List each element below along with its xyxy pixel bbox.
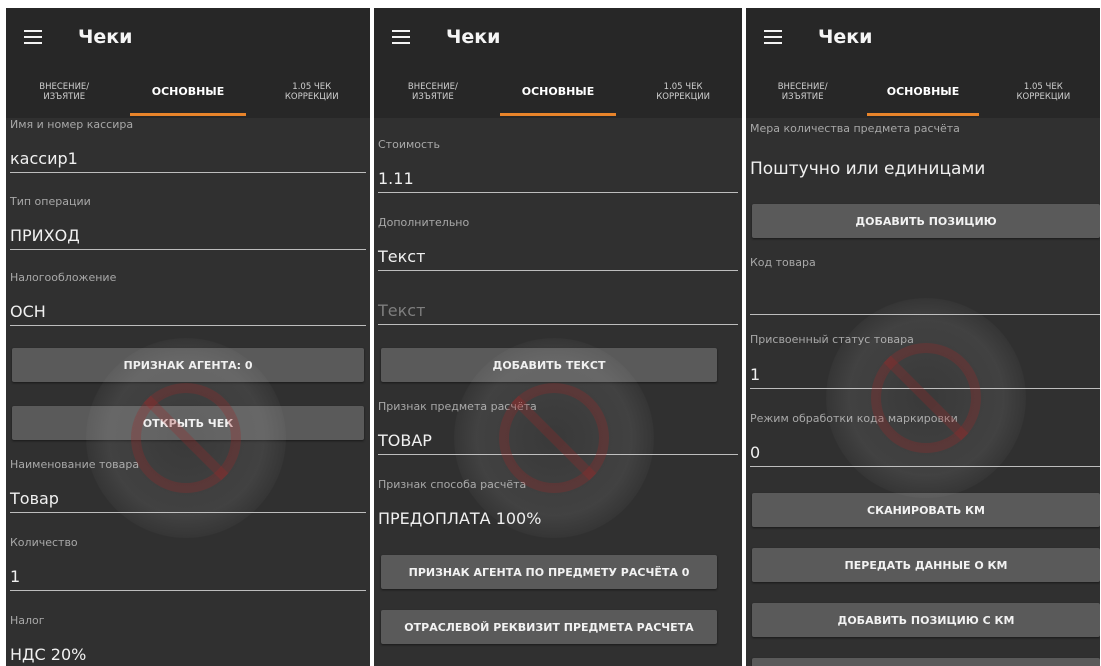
marking-mode-label: Режим обработки кода маркировки: [750, 412, 958, 425]
menu-icon[interactable]: [392, 30, 410, 44]
operation-type-label: Тип операции: [10, 195, 91, 208]
quantity-label: Количество: [10, 536, 78, 549]
form-content: Мера количества предмета расчёта Поштучн…: [746, 118, 1100, 666]
app-title: Чеки: [446, 26, 501, 48]
add-position-button[interactable]: ДОБАВИТЬ ПОЗИЦИЮ: [752, 204, 1100, 238]
vat-select[interactable]: НДС 20%: [10, 642, 366, 666]
tab-correction-check[interactable]: 1.05 ЧЕК КОРРЕКЦИИ: [624, 66, 742, 118]
screen-main-part-1: Чеки ВНЕСЕНИЕ/ ИЗЪЯТИЕ ОСНОВНЫЕ 1.05 ЧЕК…: [6, 8, 370, 666]
tab-main[interactable]: ОСНОВНЫЕ: [859, 66, 986, 118]
app-title: Чеки: [818, 26, 873, 48]
tab-main[interactable]: ОСНОВНЫЕ: [122, 66, 253, 118]
tax-system-select[interactable]: ОСН: [10, 299, 366, 326]
subject-label: Признак предмета расчёта: [378, 400, 537, 413]
send-km-data-button[interactable]: ПЕРЕДАТЬ ДАННЫЕ О КМ: [752, 548, 1100, 582]
cashier-label: Имя и номер кассира: [10, 118, 134, 131]
extra-input[interactable]: Текст: [378, 244, 738, 271]
product-code-label: Код товара: [750, 256, 816, 269]
app-title: Чеки: [78, 26, 133, 48]
tab-main[interactable]: ОСНОВНЫЕ: [492, 66, 624, 118]
operation-type-select[interactable]: ПРИХОД: [10, 223, 366, 250]
tab-correction-check[interactable]: 1.05 ЧЕК КОРРЕКЦИИ: [987, 66, 1100, 118]
tax-system-label: Налогообложение: [10, 271, 117, 284]
app-bar: Чеки: [746, 8, 1100, 66]
subject-select[interactable]: ТОВАР: [378, 428, 738, 455]
industry-attribute-button[interactable]: ОТРАСЛЕВОЙ РЕКВИЗИТ ПРЕДМЕТА РАСЧЕТА: [381, 610, 717, 644]
tab-bar: ВНЕСЕНИЕ/ ИЗЪЯТИЕ ОСНОВНЫЕ 1.05 ЧЕК КОРР…: [746, 66, 1100, 118]
price-input[interactable]: 1.11: [378, 166, 738, 193]
add-position-km-button[interactable]: ДОБАВИТЬ ПОЗИЦИЮ С КМ: [752, 603, 1100, 637]
app-bar: Чеки: [6, 8, 370, 66]
product-name-label: Наименование товара: [10, 458, 140, 471]
measure-select[interactable]: Поштучно или единицами: [750, 156, 1096, 182]
product-code-input[interactable]: [750, 288, 1100, 315]
marking-mode-input[interactable]: 0: [750, 440, 1100, 467]
payment-method-select[interactable]: ПРЕДОПЛАТА 100%: [378, 506, 738, 532]
measure-label: Мера количества предмета расчёта: [750, 122, 960, 135]
screen-main-part-3: Чеки ВНЕСЕНИЕ/ ИЗЪЯТИЕ ОСНОВНЫЕ 1.05 ЧЕК…: [746, 8, 1100, 666]
agent-sign-button[interactable]: ПРИЗНАК АГЕНТА: 0: [12, 348, 364, 382]
status-input[interactable]: 1: [750, 362, 1100, 389]
cashier-input[interactable]: кассир1: [10, 146, 366, 173]
quantity-input[interactable]: 1: [10, 564, 366, 591]
tab-deposit-withdrawal[interactable]: ВНЕСЕНИЕ/ ИЗЪЯТИЕ: [374, 66, 492, 118]
menu-icon[interactable]: [24, 30, 42, 44]
next-button-partial[interactable]: [752, 658, 1100, 666]
payment-method-label: Признак способа расчёта: [378, 478, 527, 491]
product-name-input[interactable]: Товар: [10, 486, 366, 513]
add-text-button[interactable]: ДОБАВИТЬ ТЕКСТ: [381, 348, 717, 382]
extra-text-input[interactable]: Текст: [378, 298, 738, 325]
app-bar: Чеки: [374, 8, 742, 66]
tab-correction-check[interactable]: 1.05 ЧЕК КОРРЕКЦИИ: [254, 66, 370, 118]
extra-label: Дополнительно: [378, 216, 470, 229]
form-content: Стоимость 1.11 Дополнительно Текст Текст…: [374, 118, 742, 666]
menu-icon[interactable]: [764, 30, 782, 44]
scan-km-button[interactable]: СКАНИРОВАТЬ КМ: [752, 493, 1100, 527]
tab-deposit-withdrawal[interactable]: ВНЕСЕНИЕ/ ИЗЪЯТИЕ: [746, 66, 859, 118]
tab-deposit-withdrawal[interactable]: ВНЕСЕНИЕ/ ИЗЪЯТИЕ: [6, 66, 122, 118]
screen-main-part-2: Чеки ВНЕСЕНИЕ/ ИЗЪЯТИЕ ОСНОВНЫЕ 1.05 ЧЕК…: [374, 8, 742, 666]
price-label: Стоимость: [378, 138, 440, 151]
tab-bar: ВНЕСЕНИЕ/ ИЗЪЯТИЕ ОСНОВНЫЕ 1.05 ЧЕК КОРР…: [6, 66, 370, 118]
status-label: Присвоенный статус товара: [750, 333, 914, 346]
vat-label: Налог: [10, 614, 45, 627]
tab-bar: ВНЕСЕНИЕ/ ИЗЪЯТИЕ ОСНОВНЫЕ 1.05 ЧЕК КОРР…: [374, 66, 742, 118]
agent-subject-button[interactable]: ПРИЗНАК АГЕНТА ПО ПРЕДМЕТУ РАСЧЁТА 0: [381, 555, 717, 589]
form-content: Имя и номер кассира кассир1 Тип операции…: [6, 118, 370, 666]
open-check-button[interactable]: ОТКРЫТЬ ЧЕК: [12, 406, 364, 440]
